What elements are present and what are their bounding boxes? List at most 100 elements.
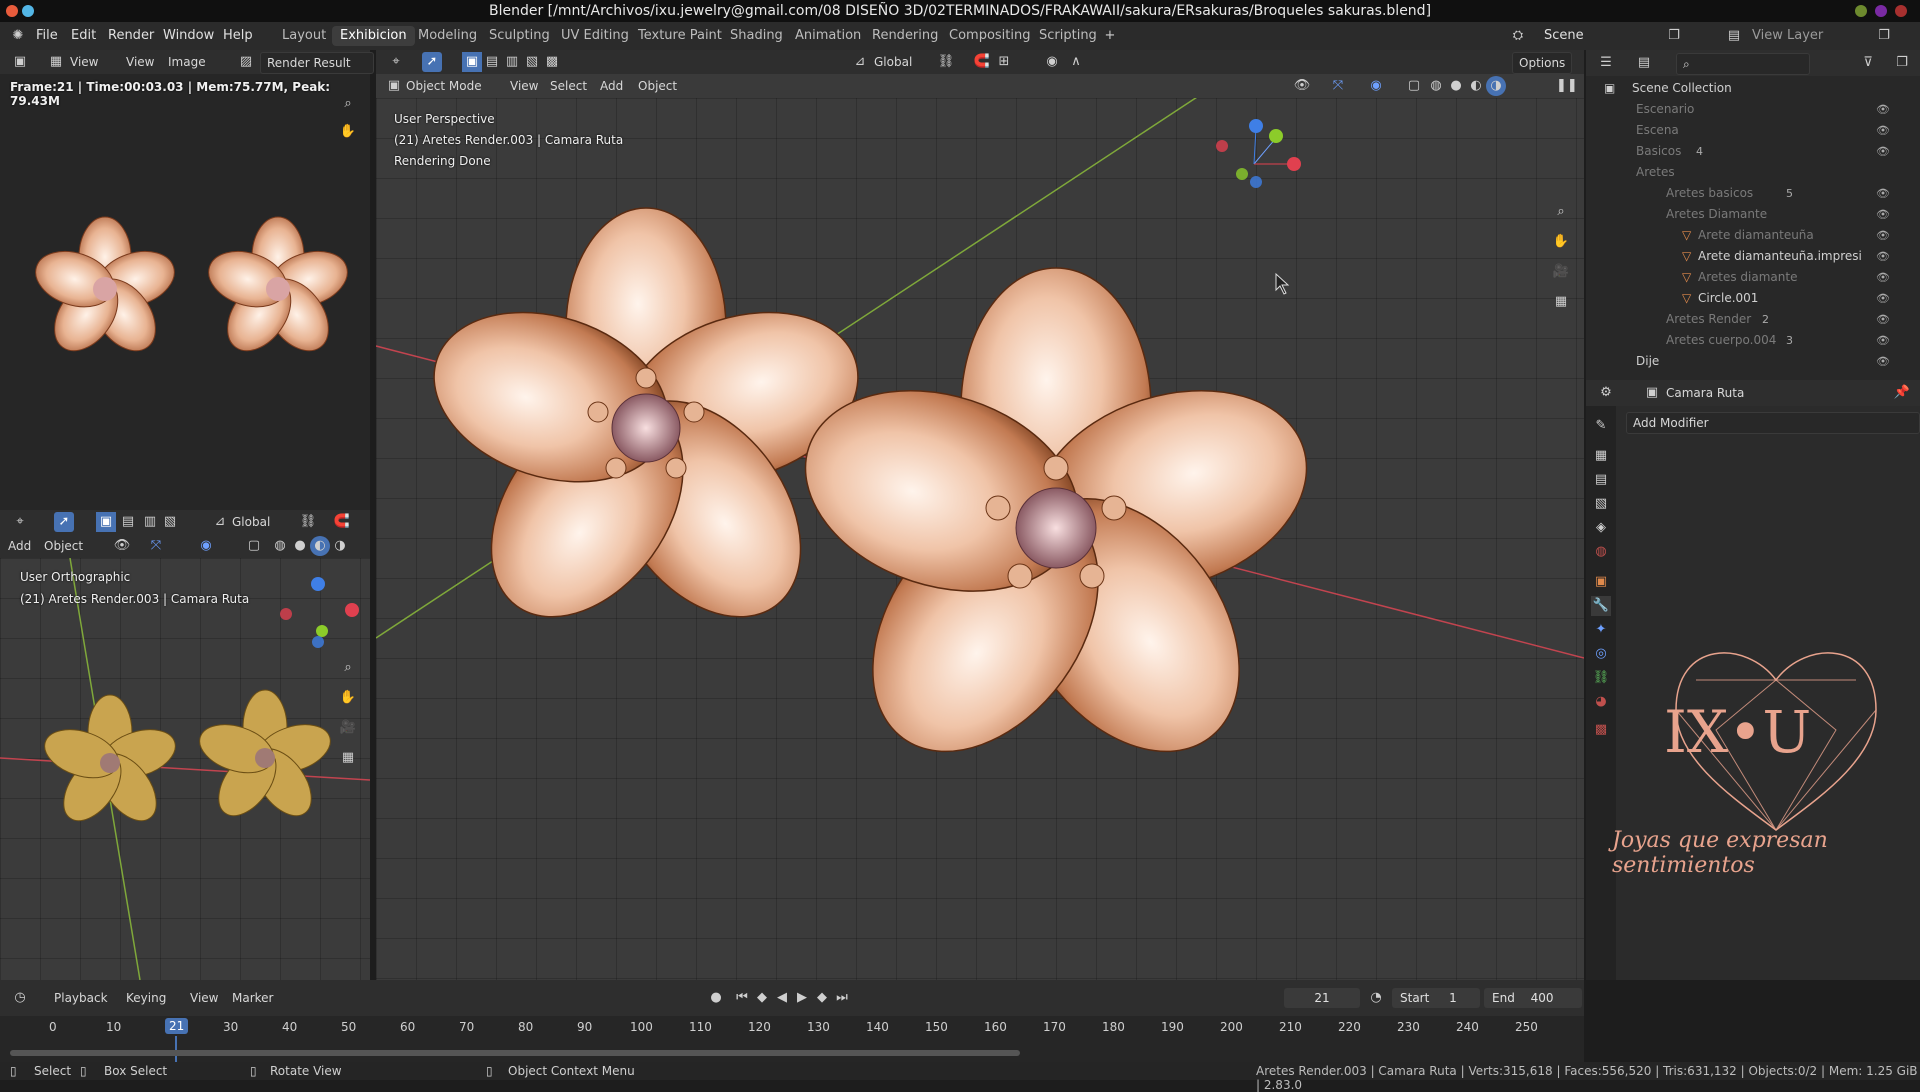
visibility-icon[interactable]: 👁 (1876, 267, 1890, 288)
texture-tab-icon[interactable]: ▩ (1591, 720, 1611, 740)
visibility-icon[interactable]: 👁 (1876, 183, 1890, 204)
menu-edit[interactable]: Edit (71, 28, 96, 43)
pivot-icon[interactable]: ⛓ (936, 52, 956, 72)
scene-name[interactable]: Scene (1544, 28, 1584, 43)
main-viewport-canvas[interactable]: User Perspective (21) Aretes Render.003 … (376, 98, 1584, 980)
timeline-ruler[interactable]: 0 10 21 30 40 50 60 70 80 90 100 110 120… (0, 1016, 1584, 1062)
outliner-scene-collection[interactable]: ▣ Scene Collection (1586, 78, 1920, 99)
camera-view-icon[interactable]: 🎥 (338, 718, 358, 738)
xray-icon[interactable]: ▢ (244, 536, 264, 556)
snap-icon[interactable]: 🧲 (972, 52, 992, 72)
select-tool-icon[interactable]: ➚ (422, 52, 442, 72)
select-extend-icon[interactable]: ▤ (482, 52, 502, 72)
orientation-icon[interactable]: ⊿ (210, 512, 230, 532)
new-scene-icon[interactable]: ❐ (1664, 26, 1684, 46)
visibility-icon[interactable]: 👁 (1876, 141, 1890, 162)
options-dropdown[interactable]: Options (1512, 52, 1573, 74)
view-mode-icon[interactable]: ▦ (46, 52, 66, 72)
tab-layout[interactable]: Layout (274, 26, 334, 46)
visibility-icon[interactable]: 👁 (1876, 120, 1890, 141)
zoom-icon[interactable]: ⌕ (338, 658, 358, 678)
snap-icon[interactable]: 🧲 (332, 512, 352, 532)
marker-menu[interactable]: Marker (232, 988, 273, 1008)
outliner-row[interactable]: Aretes Diamante 👁 (1586, 204, 1920, 225)
solid-shading-icon[interactable]: ● (290, 536, 310, 556)
maximize-button[interactable] (1875, 5, 1887, 17)
overlay-icon[interactable]: ◉ (196, 536, 216, 556)
playhead-frame[interactable]: 21 (165, 1018, 189, 1034)
outliner-row[interactable]: Dije 👁 (1586, 351, 1920, 372)
next-keyframe-icon[interactable]: ◆ (812, 988, 832, 1008)
view-layer-tab-icon[interactable]: ▧ (1591, 494, 1611, 514)
world-tab-icon[interactable]: ◍ (1591, 542, 1611, 562)
pan-hand-icon[interactable]: ✋ (1551, 232, 1571, 252)
camera-view-icon[interactable]: 🎥 (1551, 262, 1571, 282)
zoom-icon[interactable]: ⌕ (1551, 202, 1571, 222)
keying-menu[interactable]: Keying (126, 988, 166, 1008)
render-result-field[interactable]: Render Result (260, 52, 374, 74)
orientation-dropdown[interactable]: Global (874, 52, 912, 72)
end-frame-field[interactable]: End 400 (1484, 988, 1582, 1008)
playback-menu[interactable]: Playback (54, 988, 108, 1008)
editor-type-icon[interactable]: ◷ (10, 988, 30, 1008)
menu-render[interactable]: Render (108, 28, 154, 43)
mode-dropdown[interactable]: Object Mode (406, 76, 482, 96)
visibility-icon[interactable]: 👁 (112, 536, 132, 556)
editor-type-icon[interactable]: ⚙ (1596, 383, 1616, 403)
outliner-row[interactable]: Escena 👁 (1586, 120, 1920, 141)
tab-rendering[interactable]: Rendering (864, 26, 946, 46)
outliner-row[interactable]: Basicos 4 👁 (1586, 141, 1920, 162)
pin-icon[interactable]: 📌 (1892, 383, 1912, 403)
play-icon[interactable]: ▶ (792, 988, 812, 1008)
select-extend-icon[interactable]: ▤ (118, 512, 138, 532)
physics-tab-icon[interactable]: ◎ (1591, 644, 1611, 664)
zoom-icon[interactable]: ⌕ (338, 94, 358, 114)
visibility-icon[interactable]: 👁 (1876, 204, 1890, 225)
outliner-row[interactable]: ▽ Aretes diamante 👁 (1586, 267, 1920, 288)
add-workspace-icon[interactable]: + (1100, 26, 1120, 46)
close-button[interactable] (1895, 5, 1907, 17)
new-view-layer-icon[interactable]: ❐ (1874, 26, 1894, 46)
new-collection-icon[interactable]: ❐ (1892, 53, 1912, 73)
select-box-icon[interactable]: ▣ (96, 512, 116, 532)
view-menu[interactable]: View (510, 76, 538, 96)
rendered-shading-icon[interactable]: ◑ (330, 536, 350, 556)
select-menu[interactable]: Select (550, 76, 587, 96)
display-mode-icon[interactable]: ▤ (1634, 53, 1654, 73)
visibility-icon[interactable]: 👁 (1876, 309, 1890, 330)
pause-render-icon[interactable]: ❚❚ (1556, 76, 1578, 96)
modifier-tab-icon[interactable]: 🔧 (1591, 596, 1611, 616)
view-layer-name[interactable]: View Layer (1752, 28, 1823, 43)
tab-uv-editing[interactable]: UV Editing (553, 26, 637, 46)
pivot-icon[interactable]: ⛓ (298, 512, 318, 532)
add-menu[interactable]: Add (8, 536, 31, 556)
xray-icon[interactable]: ▢ (1404, 76, 1424, 96)
jump-start-icon[interactable]: ⏮ (732, 988, 752, 1008)
select-box-icon[interactable]: ▣ (462, 52, 482, 72)
grid-toggle-icon[interactable]: ▦ (338, 748, 358, 768)
outliner-search-field[interactable]: ⌕ (1676, 53, 1810, 75)
record-icon[interactable]: ● (706, 988, 726, 1008)
constraints-tab-icon[interactable]: ⛓ (1591, 668, 1611, 688)
wireframe-shading-icon[interactable]: ◍ (270, 536, 290, 556)
visibility-icon[interactable]: 👁 (1876, 246, 1890, 267)
select-invert-icon[interactable]: ▧ (522, 52, 542, 72)
filter-icon[interactable]: ⊽ (1858, 53, 1878, 73)
solid-shading-icon[interactable]: ● (1446, 76, 1466, 96)
add-modifier-button[interactable]: Add Modifier (1626, 412, 1920, 434)
menu-file[interactable]: File (36, 28, 58, 43)
preview-range-icon[interactable]: ◔ (1366, 988, 1386, 1008)
scene-icon[interactable]: ⛭ (1508, 26, 1528, 46)
editor-type-icon[interactable]: ▣ (10, 52, 30, 72)
start-frame-field[interactable]: Start 1 (1392, 988, 1480, 1008)
wireframe-shading-icon[interactable]: ◍ (1426, 76, 1446, 96)
select-invert-icon[interactable]: ▧ (160, 512, 180, 532)
render-tab-icon[interactable]: ▦ (1591, 446, 1611, 466)
select-tool-icon[interactable]: ➚ (54, 512, 74, 532)
visibility-icon[interactable]: 👁 (1292, 76, 1312, 96)
object-menu[interactable]: Object (638, 76, 677, 96)
image-browse-icon[interactable]: ▨ (236, 52, 256, 72)
select-subtract-icon[interactable]: ▥ (502, 52, 522, 72)
overlay-icon[interactable]: ◉ (1366, 76, 1386, 96)
proportional-edit-icon[interactable]: ◉ (1042, 52, 1062, 72)
